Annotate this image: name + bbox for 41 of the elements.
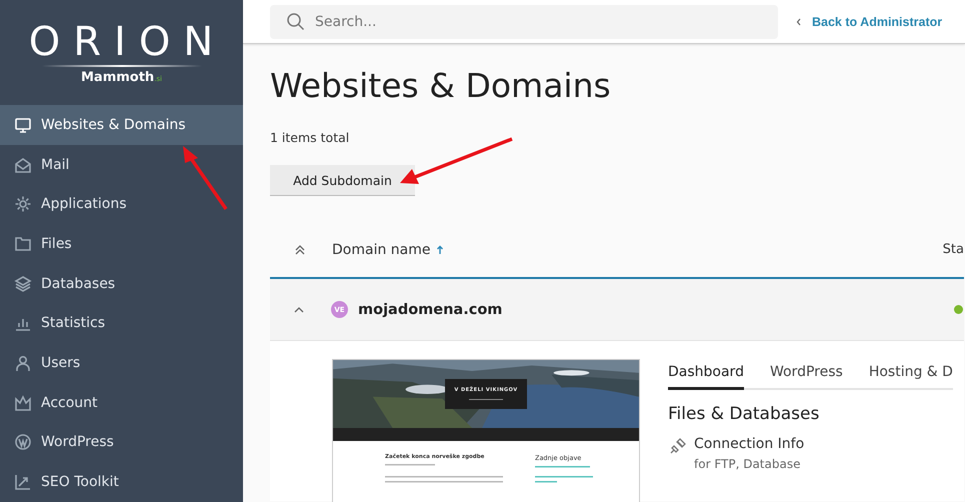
- sidebar-item[interactable]: Applications: [0, 184, 243, 224]
- sidebar-item[interactable]: Files: [0, 224, 243, 264]
- tab[interactable]: Dashboard: [668, 359, 744, 390]
- column-header[interactable]: Sta: [942, 242, 964, 257]
- tagline-line: [469, 399, 503, 401]
- tab[interactable]: Hosting & D: [868, 359, 953, 390]
- logo-title: ORION: [28, 22, 226, 62]
- tab[interactable]: WordPress: [770, 359, 843, 390]
- sidebar-item[interactable]: Users: [0, 343, 243, 383]
- chevron-up-icon[interactable]: [293, 306, 305, 314]
- monitor-icon: [14, 116, 32, 134]
- page-title: Websites & Domains: [270, 66, 611, 106]
- collapse-all-icon[interactable]: [294, 244, 306, 256]
- sidebar-item[interactable]: Account: [0, 382, 243, 423]
- connection-info-link[interactable]: Connection Info: [694, 436, 804, 452]
- crown-icon: [14, 394, 32, 412]
- sidebar-item[interactable]: Databases: [0, 264, 243, 304]
- sidebar-item[interactable]: WordPress: [0, 422, 243, 462]
- sidebar-item[interactable]: Statistics: [0, 304, 243, 344]
- search-icon: [286, 12, 306, 32]
- chevron-left-icon: [796, 18, 802, 26]
- annotation-arrow: [183, 146, 228, 210]
- link-description: for FTP, Database: [694, 457, 802, 471]
- sidebar-item[interactable]: Mail: [0, 144, 243, 184]
- brand-name: Mammoth: [80, 70, 154, 85]
- plug-icon: [668, 436, 688, 456]
- envelope-icon: [14, 156, 32, 174]
- back-link[interactable]: Back to Administrator: [796, 14, 942, 28]
- sidebar-item[interactable]: SEO Toolkit: [0, 462, 243, 502]
- search-field[interactable]: Search...: [270, 4, 778, 38]
- layers-icon: [14, 274, 32, 293]
- folder-icon: [14, 235, 32, 254]
- section-title: Files & Databases: [668, 404, 820, 424]
- items-count: 1 items total: [270, 130, 350, 145]
- wordpress-icon: [14, 433, 32, 452]
- domain-name[interactable]: mojadomena.com: [358, 302, 502, 318]
- sidebar-item[interactable]: Websites & Domains: [0, 105, 243, 145]
- add-subdomain-button[interactable]: Add Subdomain: [270, 165, 415, 196]
- growth-chart-icon: [14, 473, 32, 492]
- column-header[interactable]: Domain name: [332, 242, 430, 258]
- user-icon: [14, 354, 32, 372]
